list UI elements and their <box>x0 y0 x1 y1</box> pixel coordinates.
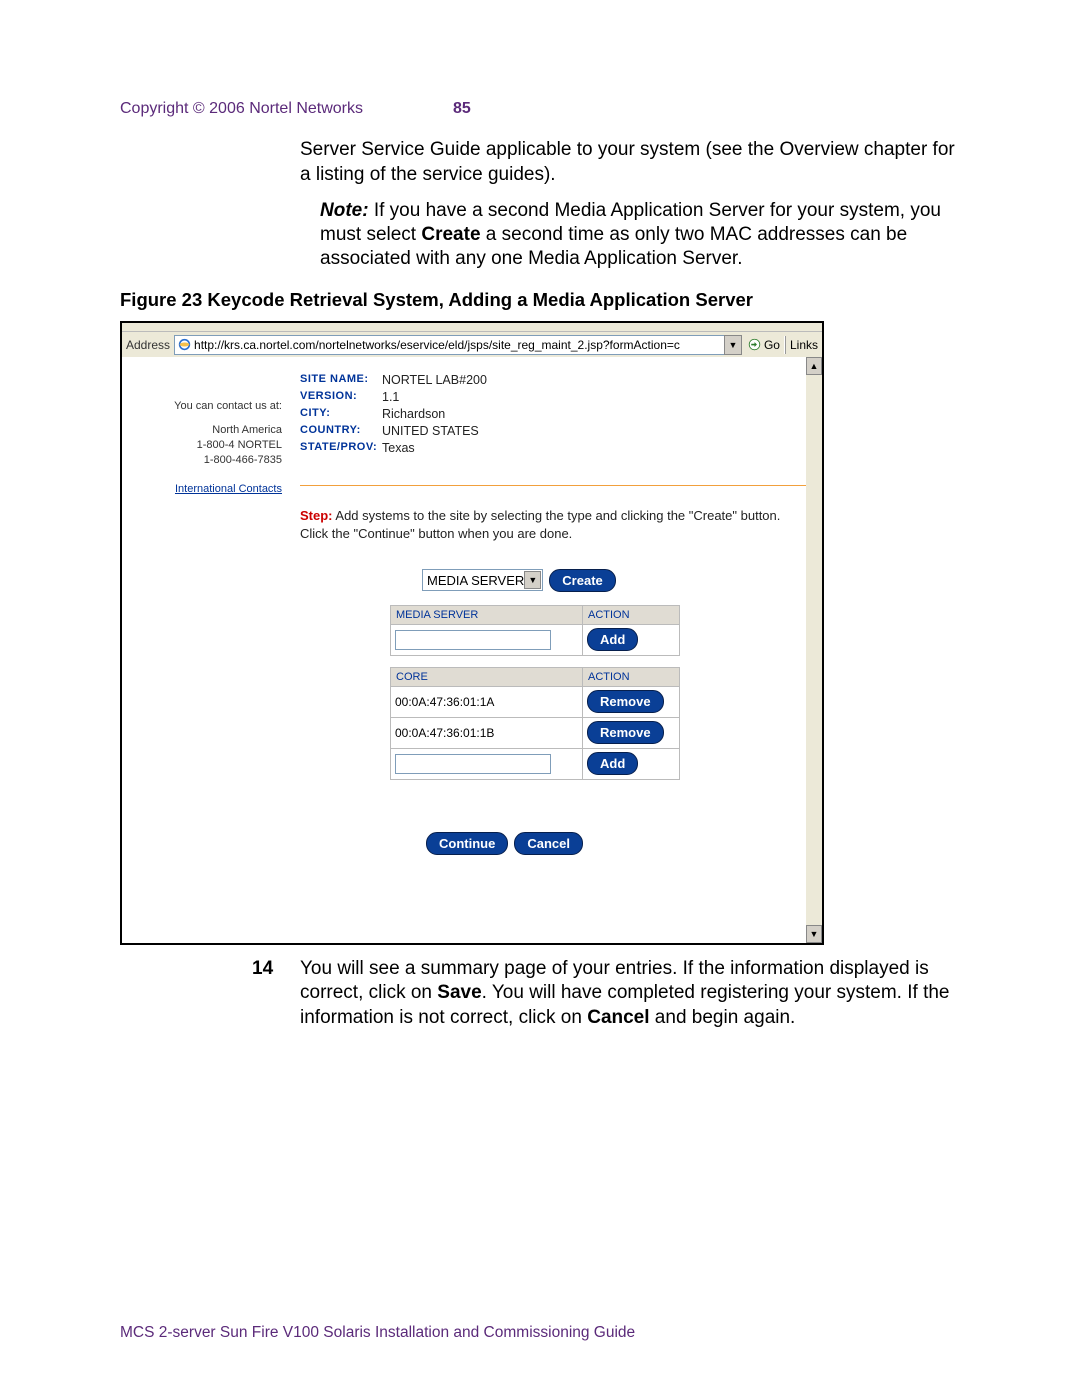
cancel-button[interactable]: Cancel <box>514 832 583 855</box>
select-value: MEDIA SERVER <box>427 573 524 588</box>
city-value: Richardson <box>382 407 445 421</box>
page-header: Copyright © 2006 Nortel Networks 85 <box>120 100 960 118</box>
step-label: Step: <box>300 508 333 523</box>
international-contacts-link[interactable]: International Contacts <box>175 483 282 495</box>
chevron-down-icon: ▼ <box>524 571 541 589</box>
media-server-input[interactable] <box>395 630 551 650</box>
contact-line1: North America <box>132 423 282 438</box>
table-row: Add <box>391 624 680 655</box>
site-name-value: NORTEL LAB#200 <box>382 373 487 387</box>
go-button[interactable]: Go <box>748 338 780 352</box>
note-label: Note: <box>320 200 369 221</box>
copyright-text: Copyright © 2006 Nortel Networks <box>120 100 363 118</box>
version-label: VERSION: <box>300 390 382 404</box>
remove-button[interactable]: Remove <box>587 721 664 744</box>
core-input[interactable] <box>395 754 551 774</box>
table-row: 00:0A:47:36:01:1B Remove <box>391 717 680 748</box>
country-label: COUNTRY: <box>300 424 382 438</box>
table-row: Add <box>391 748 680 779</box>
scroll-up-button[interactable]: ▲ <box>806 357 822 375</box>
address-bar: Address http://krs.ca.nortel.com/norteln… <box>122 332 822 359</box>
url-input[interactable]: http://krs.ca.nortel.com/nortelnetworks/… <box>174 335 725 355</box>
go-label: Go <box>764 338 780 352</box>
figure-caption: Figure 23 Keycode Retrieval System, Addi… <box>120 289 960 311</box>
continue-button[interactable]: Continue <box>426 832 508 855</box>
url-dropdown-button[interactable]: ▼ <box>724 335 742 355</box>
note-block: Note: If you have a second Media Applica… <box>320 199 960 270</box>
page-number: 85 <box>453 100 471 118</box>
core-col-header: CORE <box>391 667 583 686</box>
system-type-select[interactable]: MEDIA SERVER ▼ <box>422 569 543 591</box>
url-text: http://krs.ca.nortel.com/nortelnetworks/… <box>194 338 680 352</box>
bottom-button-row: Continue Cancel <box>426 832 583 855</box>
add-button[interactable]: Add <box>587 752 638 775</box>
note-text-bold: Create <box>421 224 480 245</box>
step-14-number: 14 <box>252 957 300 1031</box>
create-row: MEDIA SERVER ▼ Create <box>422 569 616 592</box>
state-label: STATE/PROV: <box>300 441 382 455</box>
city-label: CITY: <box>300 407 382 421</box>
step-text: Add systems to the site by selecting the… <box>300 508 780 541</box>
ms-col-header: MEDIA SERVER <box>391 605 583 624</box>
toolbar-separator <box>784 336 786 354</box>
contact-line2: 1-800-4 NORTEL <box>132 438 282 453</box>
table-row: 00:0A:47:36:01:1A Remove <box>391 686 680 717</box>
address-label: Address <box>126 338 170 352</box>
web-content: You can contact us at: North America 1-8… <box>122 357 806 943</box>
media-server-table: MEDIA SERVER ACTION Add <box>390 605 680 656</box>
country-value: UNITED STATES <box>382 424 479 438</box>
contact-panel: You can contact us at: North America 1-8… <box>132 399 282 497</box>
site-info: SITE NAME:NORTEL LAB#200 VERSION:1.1 CIT… <box>300 373 487 458</box>
contact-heading: You can contact us at: <box>132 399 282 414</box>
core-value-1: 00:0A:47:36:01:1A <box>391 686 583 717</box>
links-button[interactable]: Links <box>790 338 818 352</box>
intro-paragraph: Server Service Guide applicable to your … <box>300 138 960 187</box>
step-14: 14 You will see a summary page of your e… <box>120 957 960 1031</box>
vertical-scrollbar[interactable]: ▲ ▼ <box>805 357 822 943</box>
create-button[interactable]: Create <box>549 569 615 592</box>
step-instruction: Step: Add systems to the site by selecti… <box>300 507 788 543</box>
contact-line3: 1-800-466-7835 <box>132 453 282 468</box>
scroll-down-button[interactable]: ▼ <box>806 925 822 943</box>
add-button[interactable]: Add <box>587 628 638 651</box>
window-chrome-top <box>122 323 822 332</box>
ms-action-header: ACTION <box>583 605 680 624</box>
core-table: CORE ACTION 00:0A:47:36:01:1A Remove 00:… <box>390 667 680 780</box>
core-action-header: ACTION <box>583 667 680 686</box>
remove-button[interactable]: Remove <box>587 690 664 713</box>
divider-rule <box>300 485 806 486</box>
ie-icon <box>177 338 191 352</box>
core-value-2: 00:0A:47:36:01:1B <box>391 717 583 748</box>
screenshot-frame: Address http://krs.ca.nortel.com/norteln… <box>120 321 824 945</box>
step-14-text: You will see a summary page of your entr… <box>300 957 960 1031</box>
footer-text: MCS 2-server Sun Fire V100 Solaris Insta… <box>120 1324 635 1342</box>
version-value: 1.1 <box>382 390 399 404</box>
site-name-label: SITE NAME: <box>300 373 382 387</box>
go-icon <box>748 338 762 352</box>
state-value: Texas <box>382 441 415 455</box>
